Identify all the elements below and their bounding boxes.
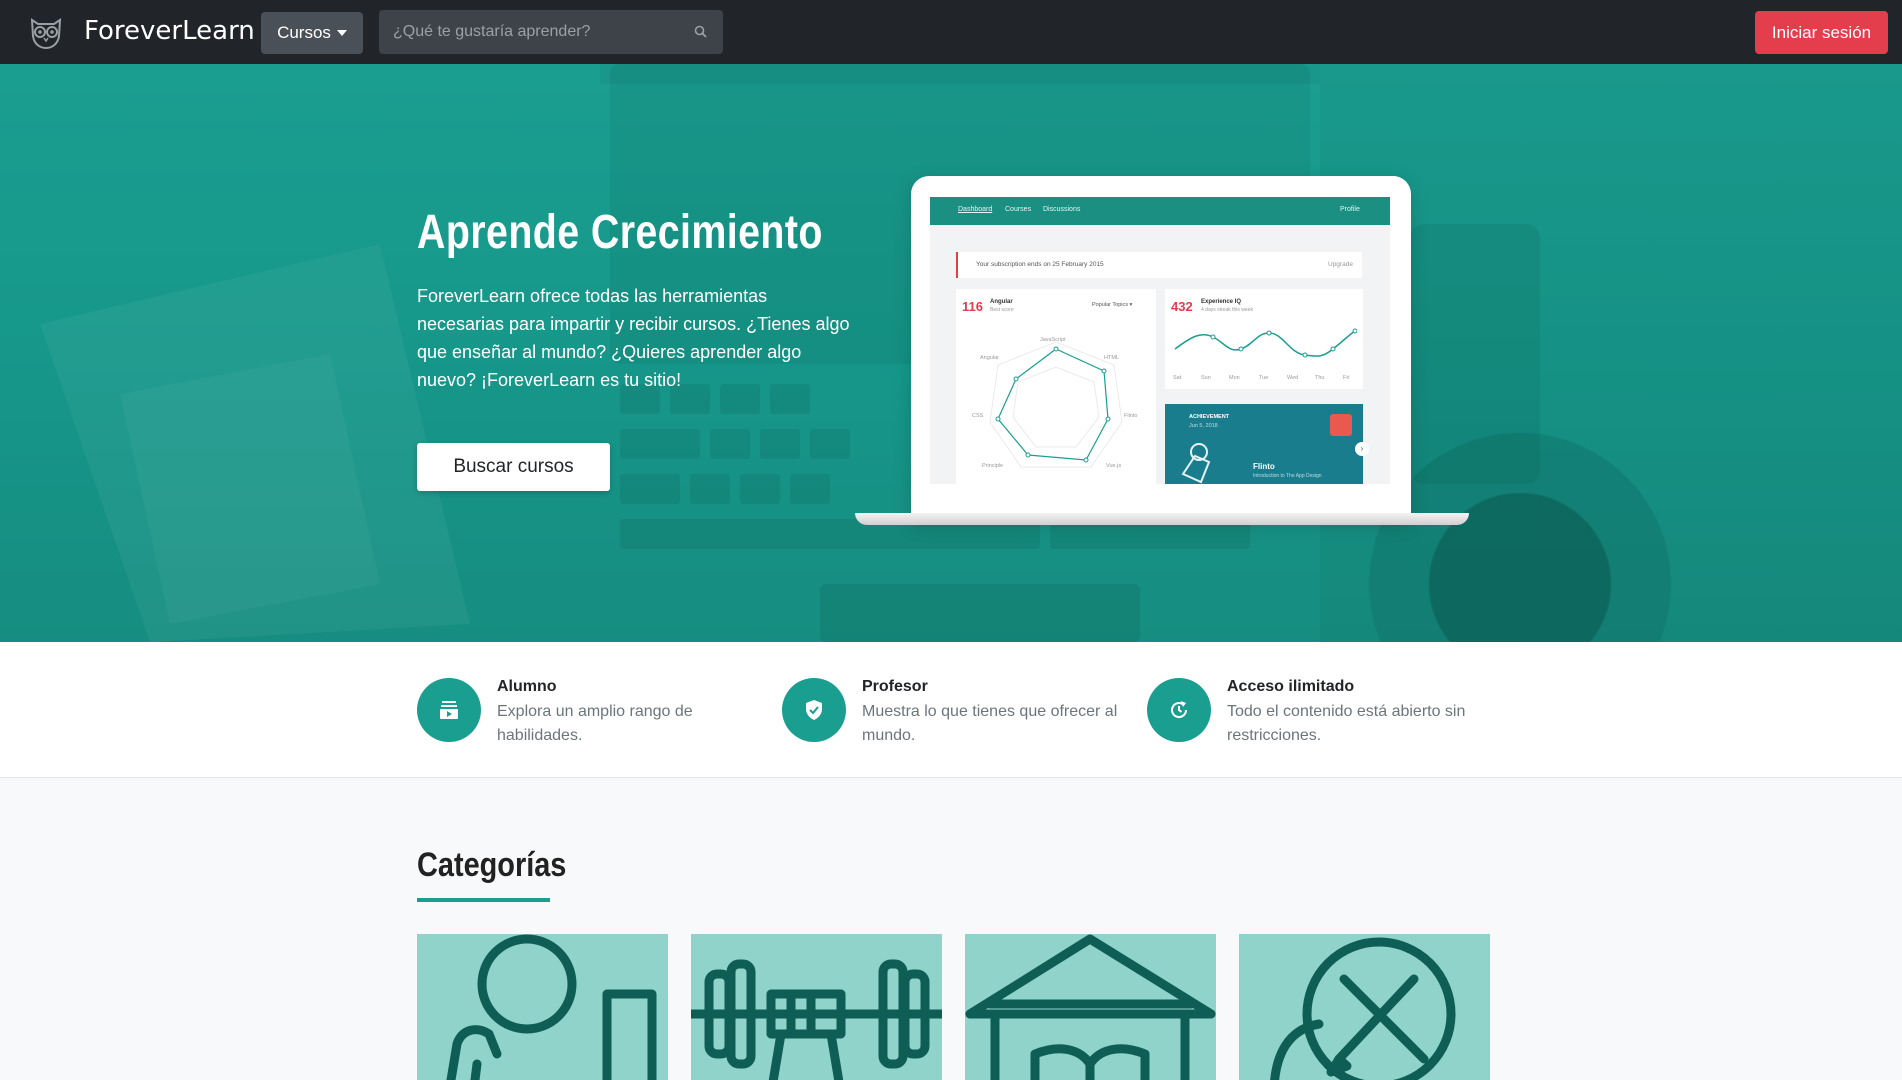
experience-number: 432 <box>1171 299 1193 314</box>
feature-icon-circle <box>417 678 481 742</box>
search-icon[interactable] <box>693 24 709 40</box>
day-label: Mon <box>1229 375 1240 381</box>
person-thinking-icon <box>446 934 657 1080</box>
feature-unlimited: Acceso ilimitado Todo el contenido está … <box>1147 678 1487 748</box>
feature-description: Todo el contenido está abierto sin restr… <box>1227 703 1466 744</box>
fitness-dumbbell-icon <box>691 959 942 1080</box>
category-card[interactable] <box>417 934 668 1080</box>
next-arrow-icon: › <box>1355 442 1369 456</box>
angular-score-card: 116 Angular Best score Popular Topics ▾ … <box>956 289 1156 484</box>
experience-sub: 4 days streak this week <box>1201 307 1253 313</box>
trophy-icon <box>1181 443 1211 484</box>
login-button[interactable]: Iniciar sesión <box>1755 11 1888 54</box>
brand-name[interactable]: ForeverLearn <box>84 16 255 46</box>
feature-title: Profesor <box>862 678 928 695</box>
topics-dropdown: Popular Topics ▾ <box>1092 302 1133 308</box>
museum-book-icon <box>965 934 1216 1080</box>
search-input[interactable] <box>379 10 679 54</box>
categories-underline <box>417 898 550 902</box>
profile-link: Profile <box>1340 206 1360 213</box>
laptop-mockup: Dashboard Courses Discussions Profile Yo… <box>855 176 1469 536</box>
upgrade-link: Upgrade <box>1328 261 1353 268</box>
subscription-text: Your subscription ends on 25 February 20… <box>976 261 1104 268</box>
feature-description: Explora un amplio rango de habilidades. <box>497 703 693 744</box>
subscription-notice: Your subscription ends on 25 February 20… <box>956 252 1362 278</box>
radar-axis-label: CSS <box>972 413 984 419</box>
category-card[interactable] <box>965 934 1216 1080</box>
hero-title: Aprende Crecimiento <box>417 206 823 259</box>
feature-student: Alumno Explora un amplio rango de habili… <box>417 678 757 748</box>
achievement-name: Flinto <box>1253 462 1275 471</box>
feature-icon-circle <box>782 678 846 742</box>
radar-axis-label: Flinto <box>1124 413 1138 419</box>
navbar: ForeverLearn Cursos Iniciar sesión <box>0 0 1902 64</box>
radar-axis-label: JavaScript <box>1040 337 1066 343</box>
radar-axis-label: HTML <box>1104 355 1119 361</box>
categories-title: Categorías <box>417 846 567 884</box>
achievement-date: Jun 5, 2018 <box>1189 423 1218 429</box>
radar-axis-label: Vue.js <box>1106 463 1122 469</box>
radar-chart <box>989 341 1123 468</box>
day-label: Sat <box>1173 375 1182 381</box>
radar-axis-label: Principle <box>982 463 1004 469</box>
laptop-base <box>855 513 1469 525</box>
features-section: Alumno Explora un amplio rango de habili… <box>0 642 1902 778</box>
feature-title: Acceso ilimitado <box>1227 678 1355 695</box>
search-box <box>379 10 723 54</box>
score-number: 116 <box>962 299 983 314</box>
feature-icon-circle <box>1147 678 1211 742</box>
feature-title: Alumno <box>497 678 557 695</box>
dashboard-screenshot: Dashboard Courses Discussions Profile Yo… <box>930 197 1390 484</box>
day-label: Tue <box>1259 375 1269 381</box>
hero-description: ForeverLearn ofrece todas las herramient… <box>417 286 850 390</box>
score-sub: Best score <box>990 307 1014 313</box>
radar-axis-label: Angular <box>980 355 999 361</box>
day-label: Thu <box>1315 375 1325 381</box>
dashboard-tab: Dashboard <box>958 206 993 213</box>
hero-section: Aprende Crecimiento ForeverLearn ofrece … <box>0 64 1902 642</box>
flinto-app-icon <box>1330 414 1352 436</box>
achievement-card: ACHIEVEMENT Jun 5, 2018 Flinto Introduct… <box>1165 404 1369 484</box>
feature-description: Muestra lo que tienes que ofrecer al mun… <box>862 703 1118 744</box>
verified-shield-icon <box>806 700 822 720</box>
day-label: Fri <box>1343 375 1350 381</box>
video-library-icon <box>440 701 458 719</box>
score-label: Angular <box>990 299 1013 305</box>
dashboard-navbar: Dashboard Courses Discussions Profile <box>930 197 1390 225</box>
owl-logo-icon[interactable] <box>28 14 64 50</box>
category-card[interactable] <box>1239 934 1490 1080</box>
discussions-tab: Discussions <box>1043 206 1081 213</box>
courses-dropdown-button[interactable]: Cursos <box>261 12 363 54</box>
category-card[interactable] <box>691 934 942 1080</box>
courses-label: Cursos <box>277 23 331 42</box>
day-label: Sun <box>1201 375 1211 381</box>
achievement-tag: ACHIEVEMENT <box>1189 414 1230 420</box>
courses-tab: Courses <box>1005 206 1032 213</box>
experience-card: 432 Experience IQ 4 days streak this wee… <box>1165 289 1363 389</box>
experience-label: Experience IQ <box>1201 299 1242 305</box>
experience-line-chart <box>1174 328 1357 358</box>
achievement-desc: Introduction to The App Design <box>1253 473 1322 479</box>
search-courses-button[interactable]: Buscar cursos <box>417 443 610 491</box>
unlimited-access-icon <box>1171 701 1188 719</box>
design-tools-icon <box>1270 937 1456 1080</box>
feature-teacher: Profesor Muestra lo que tienes que ofrec… <box>782 678 1122 748</box>
caret-down-icon <box>336 30 347 36</box>
day-label: Wed <box>1287 375 1299 381</box>
